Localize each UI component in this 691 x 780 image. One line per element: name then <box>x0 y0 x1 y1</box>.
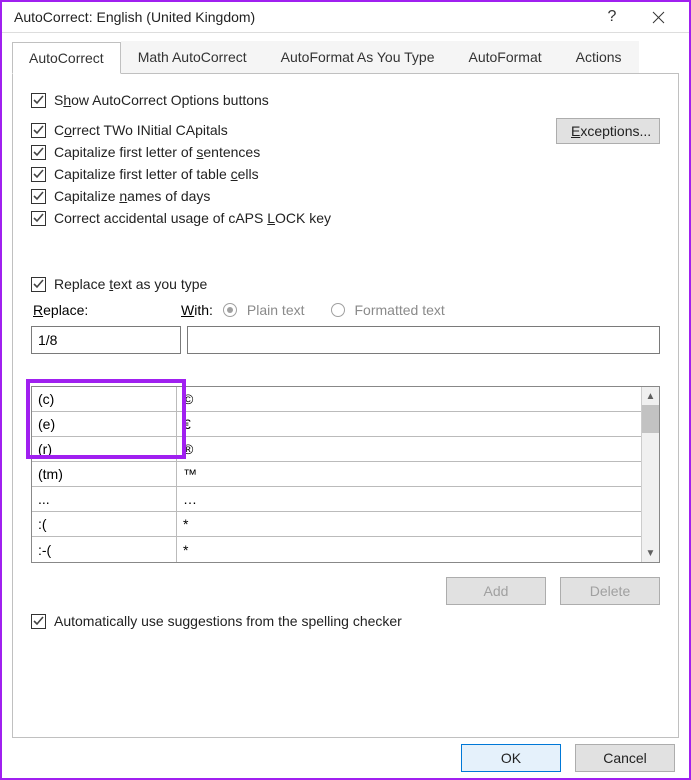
tab-autocorrect[interactable]: AutoCorrect <box>12 42 121 74</box>
tab-panel: Show AutoCorrect Options buttons Correct… <box>12 74 679 738</box>
checkbox-first-cell[interactable] <box>31 167 46 182</box>
list-item: ...… <box>32 487 641 512</box>
autocorrect-dialog: AutoCorrect: English (United Kingdom) ? … <box>2 2 689 778</box>
label-auto-suggestions: Automatically use suggestions from the s… <box>54 613 402 629</box>
cancel-button[interactable]: Cancel <box>575 744 675 772</box>
exceptions-button[interactable]: Exceptions... <box>556 118 660 144</box>
checkbox-show-options[interactable] <box>31 93 46 108</box>
list-item: (tm)™ <box>32 462 641 487</box>
scroll-thumb[interactable] <box>642 405 659 433</box>
dialog-footer: OK Cancel <box>2 738 689 778</box>
tab-strip: AutoCorrect Math AutoCorrect AutoFormat … <box>12 41 679 74</box>
list-item: :(* <box>32 512 641 537</box>
checkbox-first-sentence[interactable] <box>31 145 46 160</box>
help-button[interactable]: ? <box>589 2 635 32</box>
scroll-up-arrow[interactable]: ▲ <box>642 387 659 405</box>
label-names-days: Capitalize names of days <box>54 188 210 204</box>
scroll-down-arrow[interactable]: ▼ <box>642 544 659 562</box>
list-item: (r)® <box>32 437 641 462</box>
label-first-sentence: Capitalize first letter of sentences <box>54 144 260 160</box>
tab-actions[interactable]: Actions <box>559 41 639 73</box>
label-replace-as-you-type: Replace text as you type <box>54 276 207 292</box>
radio-group-format: Plain text Formatted text <box>223 302 445 318</box>
tab-autoformat[interactable]: AutoFormat <box>451 41 558 73</box>
replace-input[interactable] <box>31 326 181 354</box>
list-scrollbar[interactable]: ▲ ▼ <box>641 387 659 562</box>
checkbox-auto-suggestions[interactable] <box>31 614 46 629</box>
dialog-title: AutoCorrect: English (United Kingdom) <box>14 9 589 25</box>
checkbox-caps-lock[interactable] <box>31 211 46 226</box>
radio-formatted-text[interactable] <box>331 303 345 317</box>
checkbox-two-initial-capitals[interactable] <box>31 123 46 138</box>
label-formatted-text: Formatted text <box>355 302 445 318</box>
label-plain-text: Plain text <box>247 302 305 318</box>
label-replace: Replace: <box>31 302 181 318</box>
delete-button[interactable]: Delete <box>560 577 660 605</box>
titlebar: AutoCorrect: English (United Kingdom) ? <box>2 2 689 33</box>
tab-math-autocorrect[interactable]: Math AutoCorrect <box>121 41 264 73</box>
label-caps-lock: Correct accidental usage of cAPS LOCK ke… <box>54 210 331 226</box>
checkbox-replace-as-you-type[interactable] <box>31 277 46 292</box>
add-button[interactable]: Add <box>446 577 546 605</box>
with-input[interactable] <box>187 326 660 354</box>
radio-plain-text[interactable] <box>223 303 237 317</box>
tab-autoformat-as-you-type[interactable]: AutoFormat As You Type <box>264 41 452 73</box>
autocorrect-list[interactable]: (c)© (e)€ (r)® (tm)™ ...… :(* :-(* ▲ ▼ <box>31 386 660 563</box>
label-two-initial-capitals: Correct TWo INitial CApitals <box>54 122 228 138</box>
close-button[interactable] <box>635 2 681 32</box>
list-item: (e)€ <box>32 412 641 437</box>
checkbox-names-days[interactable] <box>31 189 46 204</box>
list-item: (c)© <box>32 387 641 412</box>
label-first-cell: Capitalize first letter of table cells <box>54 166 259 182</box>
list-item: :-(* <box>32 537 641 562</box>
ok-button[interactable]: OK <box>461 744 561 772</box>
label-show-options: Show AutoCorrect Options buttons <box>54 92 269 108</box>
label-with: With: <box>181 302 213 318</box>
